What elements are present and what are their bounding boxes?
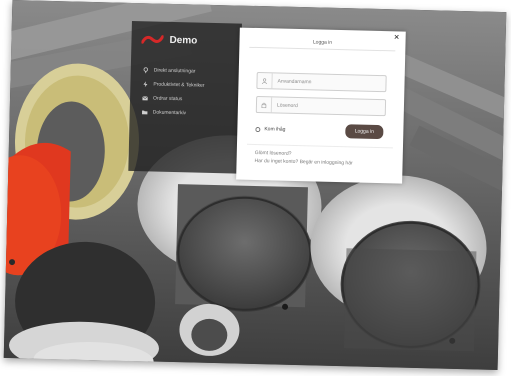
sidebar-panel: Demo Direkt anslutningar Produktivtet & …	[128, 20, 242, 174]
remember-me[interactable]: Kom ihåg	[255, 126, 286, 133]
forgot-password-link[interactable]: Glömt lösenord?	[255, 150, 292, 157]
login-panel: ✕ Logga in Kom ihåg	[236, 27, 406, 184]
username-input[interactable]	[272, 77, 378, 87]
brand[interactable]: Demo	[141, 33, 197, 46]
user-icon	[257, 73, 273, 89]
divider	[249, 46, 396, 52]
folder-icon	[142, 110, 148, 114]
sidebar-item-label: Direkt anslutningar	[153, 66, 196, 75]
password-field[interactable]	[255, 96, 387, 117]
screenshot-card: Demo Direkt anslutningar Produktivtet & …	[3, 0, 507, 370]
sidebar-item-direct[interactable]: Direkt anslutningar	[143, 63, 205, 78]
remember-label: Kom ihåg	[264, 126, 286, 133]
sidebar-item-label: Produktivtet & Tekniker	[153, 80, 205, 89]
password-input[interactable]	[271, 101, 378, 111]
sidebar-item-label: Ordrar status	[153, 94, 183, 102]
lock-icon	[256, 97, 273, 113]
sidebar-item-documents[interactable]: Dokumentarkiv	[142, 105, 204, 120]
mail-icon	[142, 95, 148, 100]
sidebar-menu: Direkt anslutningar Produktivtet & Tekni…	[142, 63, 205, 120]
remember-checkbox[interactable]	[255, 126, 261, 132]
login-title: Logga in	[312, 39, 333, 46]
divider	[246, 143, 393, 149]
sidebar-item-productivity[interactable]: Produktivtet & Tekniker	[142, 77, 205, 92]
sidebar-item-orders[interactable]: Ordrar status	[142, 91, 204, 106]
request-account-link[interactable]: Har du inget konto? Begär en inloggning …	[255, 158, 353, 166]
wave-logo-icon	[141, 35, 164, 44]
bolt-icon	[143, 80, 148, 87]
login-button[interactable]: Logga in	[345, 124, 384, 140]
pin-icon	[143, 66, 149, 73]
sidebar-item-label: Dokumentarkiv	[152, 108, 187, 116]
username-field[interactable]	[256, 72, 387, 93]
brand-name: Demo	[169, 34, 198, 47]
